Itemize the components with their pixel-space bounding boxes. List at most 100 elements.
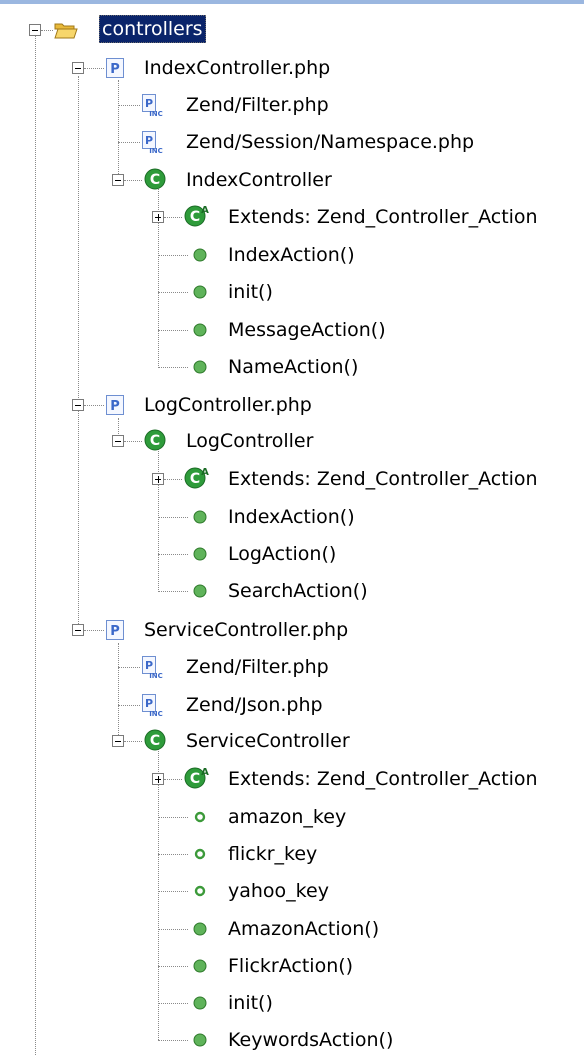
tree-item-label: IndexController — [186, 169, 332, 191]
public-method-icon — [193, 996, 207, 1010]
svg-text:INC: INC — [149, 710, 163, 717]
tree-connector — [158, 554, 188, 555]
class-icon: C — [144, 729, 166, 751]
php-include-icon: P INC — [142, 694, 163, 717]
tree-connector — [158, 330, 188, 331]
tree-connector — [84, 405, 104, 406]
public-method-icon — [193, 959, 207, 973]
public-method-icon — [193, 547, 207, 561]
tree-connector — [118, 667, 140, 668]
svg-text:C: C — [190, 471, 200, 487]
php-include-icon: P INC — [142, 131, 163, 154]
php-include-icon: P INC — [142, 656, 163, 679]
tree-connector — [124, 741, 142, 742]
tree-item-label: Zend/Json.php — [186, 694, 323, 716]
tree-connector — [158, 255, 188, 256]
tree-connector — [35, 36, 36, 1055]
tree-item-label: Extends: Zend_Controller_Action — [228, 768, 538, 790]
tree-connector — [158, 1003, 188, 1004]
collapse-toggle-logcontroller-class[interactable] — [112, 435, 124, 447]
svg-text:C: C — [190, 771, 200, 787]
expand-toggle-extends[interactable] — [152, 473, 164, 485]
public-field-icon — [194, 885, 206, 897]
svg-text:P: P — [145, 659, 153, 672]
collapse-toggle-servicecontroller-php[interactable] — [72, 624, 84, 636]
svg-text:A: A — [201, 467, 209, 478]
tree-item-label: KeywordsAction() — [228, 1029, 394, 1051]
collapse-toggle-controllers[interactable] — [29, 24, 41, 36]
tree-connector — [118, 643, 119, 741]
tree-connector — [158, 367, 188, 368]
svg-text:INC: INC — [149, 672, 163, 679]
tree-connector — [158, 966, 188, 967]
expand-toggle-extends[interactable] — [152, 211, 164, 223]
tree-connector — [158, 746, 159, 1040]
tree-item-label: ServiceController.php — [144, 619, 349, 641]
abstract-class-icon: C A — [184, 767, 209, 789]
tree-item-label: LogAction() — [228, 543, 337, 565]
svg-text:P: P — [110, 62, 120, 77]
tree-connector — [78, 76, 79, 636]
tree-connector — [158, 591, 188, 592]
tree-connector — [118, 105, 140, 106]
php-include-icon: P INC — [142, 94, 163, 117]
svg-text:A: A — [201, 205, 209, 216]
tree-connector — [158, 891, 188, 892]
tree-connector — [158, 1040, 188, 1041]
php-file-icon: P — [106, 620, 124, 640]
tree-item-label: Zend/Filter.php — [186, 94, 329, 116]
svg-text:C: C — [150, 733, 160, 749]
collapse-toggle-indexcontroller-php[interactable] — [72, 62, 84, 74]
svg-text:C: C — [190, 209, 200, 225]
tree-item-label: Extends: Zend_Controller_Action — [228, 468, 538, 490]
svg-text:P: P — [110, 399, 120, 414]
public-method-icon — [193, 584, 207, 598]
svg-text:INC: INC — [149, 110, 163, 117]
tree-connector — [158, 517, 188, 518]
svg-text:P: P — [110, 624, 120, 639]
public-method-icon — [193, 248, 207, 262]
tree-item-label: amazon_key — [228, 806, 347, 828]
tree-item-label: FlickrAction() — [228, 955, 354, 977]
tree-item-label: AmazonAction() — [228, 918, 380, 940]
public-method-icon — [193, 323, 207, 337]
tree-connector — [84, 630, 104, 631]
tree-item-label: MessageAction() — [228, 319, 386, 341]
tree-connector — [118, 80, 119, 180]
collapse-toggle-servicecontroller-class[interactable] — [112, 735, 124, 747]
tree-item-label: controllers — [99, 15, 206, 43]
public-method-icon — [193, 285, 207, 299]
tree-item-label: IndexController.php — [144, 57, 331, 79]
tree-item-label: SearchAction() — [228, 580, 368, 602]
tree-connector — [124, 441, 142, 442]
svg-text:P: P — [145, 97, 153, 110]
folder-open-icon — [54, 23, 78, 39]
php-file-icon: P — [106, 58, 124, 78]
public-field-icon — [194, 811, 206, 823]
svg-text:INC: INC — [149, 147, 163, 154]
tree-item-label: Zend/Session/Namespace.php — [186, 131, 475, 153]
public-method-icon — [193, 510, 207, 524]
class-icon: C — [144, 429, 166, 451]
tree-connector — [164, 779, 182, 780]
tree-connector — [164, 479, 182, 480]
tree-item-label: flickr_key — [228, 843, 318, 865]
class-icon: C — [144, 168, 166, 190]
tree-connector — [158, 929, 188, 930]
public-method-icon — [193, 360, 207, 374]
expand-toggle-extends[interactable] — [152, 773, 164, 785]
tree-item-label: Zend/Filter.php — [186, 656, 329, 678]
public-field-icon — [194, 848, 206, 860]
php-file-icon: P — [106, 395, 124, 415]
tree-connector — [118, 142, 140, 143]
collapse-toggle-indexcontroller-class[interactable] — [112, 174, 124, 186]
tree-connector — [164, 217, 182, 218]
tree-connector — [158, 446, 159, 592]
project-tree[interactable]: controllers P IndexController.php P INC … — [0, 0, 584, 1055]
tree-item-label: LogController.php — [144, 394, 312, 416]
collapse-toggle-logcontroller-php[interactable] — [72, 399, 84, 411]
abstract-class-icon: C A — [184, 205, 209, 227]
abstract-class-icon: C A — [184, 467, 209, 489]
tree-item-label: ServiceController — [186, 730, 350, 752]
svg-text:A: A — [201, 767, 209, 778]
